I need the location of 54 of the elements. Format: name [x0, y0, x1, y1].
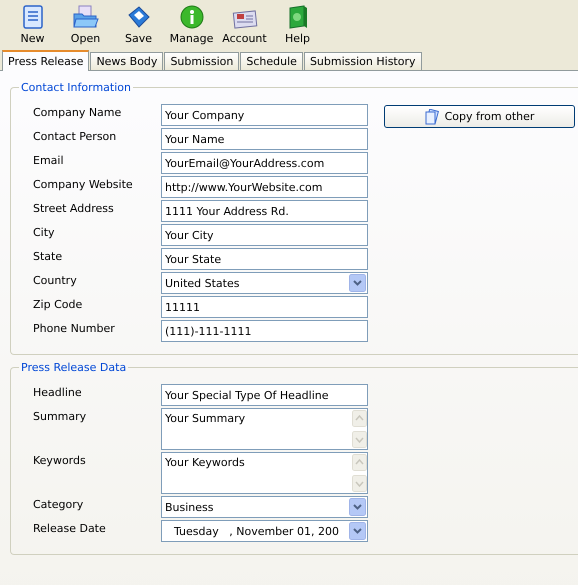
scroll-down-icon[interactable]	[352, 475, 367, 492]
field-label: Country	[33, 273, 78, 289]
dropdown-field[interactable]: Business	[161, 496, 368, 518]
toolbar-button[interactable]: Account	[218, 2, 271, 49]
scroll-up-icon[interactable]	[352, 454, 367, 471]
text-input-field[interactable]: 1111 Your Address Rd.	[161, 200, 368, 222]
field-label: Headline	[33, 385, 83, 401]
folder-icon	[72, 5, 98, 29]
tab[interactable]: Submission History	[304, 52, 422, 70]
toolbar-button[interactable]: Manage	[165, 2, 218, 49]
text-input-field[interactable]: Your Name	[161, 128, 368, 150]
text-input-field[interactable]: YourEmail@YourAddress.com	[161, 152, 368, 174]
tab[interactable]: Schedule	[240, 52, 303, 70]
copy-button[interactable]: Copy from other	[384, 105, 575, 128]
text-input-field[interactable]: Your Special Type Of Headline	[161, 384, 368, 406]
field-label: Release Date	[33, 521, 107, 537]
text-input-field[interactable]: http://www.YourWebsite.com	[161, 176, 368, 198]
date-picker-field[interactable]: Tuesday , November 01, 200	[161, 520, 368, 542]
tab[interactable]: Submission	[164, 52, 240, 70]
dropdown-field[interactable]: United States	[161, 272, 368, 294]
field-label: Phone Number	[33, 321, 116, 337]
help-book-icon	[286, 5, 308, 29]
field-label: Street Address	[33, 201, 115, 217]
section-title: Contact Information	[20, 81, 132, 94]
newspaper-icon	[232, 9, 258, 29]
text-area-field[interactable]: Your Summary	[161, 408, 368, 450]
section-title: Press Release Data	[20, 361, 128, 374]
info-icon	[180, 5, 204, 29]
text-input-field[interactable]: Your State	[161, 248, 368, 270]
text-input-field[interactable]: Your Company	[161, 104, 368, 126]
toolbar-button[interactable]: Open	[59, 2, 112, 49]
field-label: Company Name	[33, 105, 122, 121]
tab[interactable]: Press Release	[2, 50, 90, 71]
field-label: Contact Person	[33, 129, 118, 145]
scroll-up-icon[interactable]	[352, 410, 367, 427]
field-label: Category	[33, 497, 84, 513]
field-label: Company Website	[33, 177, 134, 193]
field-label: Keywords	[33, 453, 87, 469]
scroll-down-icon[interactable]	[352, 431, 367, 448]
document-icon	[22, 5, 42, 29]
field-label: City	[33, 225, 56, 241]
field-label: Zip Code	[33, 297, 84, 313]
text-input-field[interactable]: 11111	[161, 296, 368, 318]
toolbar-button[interactable]: Save	[112, 2, 165, 49]
toolbar-button[interactable]: New	[6, 2, 59, 49]
text-input-field[interactable]: Your City	[161, 224, 368, 246]
pages-icon	[424, 108, 439, 124]
field-label: Email	[33, 153, 65, 169]
text-area-field[interactable]: Your Keywords	[161, 452, 368, 494]
text-input-field[interactable]: (111)-111-1111	[161, 320, 368, 342]
tab[interactable]: News Body	[90, 52, 164, 70]
toolbar-button[interactable]: Help	[271, 2, 324, 49]
field-label: Summary	[33, 409, 88, 425]
field-label: State	[33, 249, 64, 265]
